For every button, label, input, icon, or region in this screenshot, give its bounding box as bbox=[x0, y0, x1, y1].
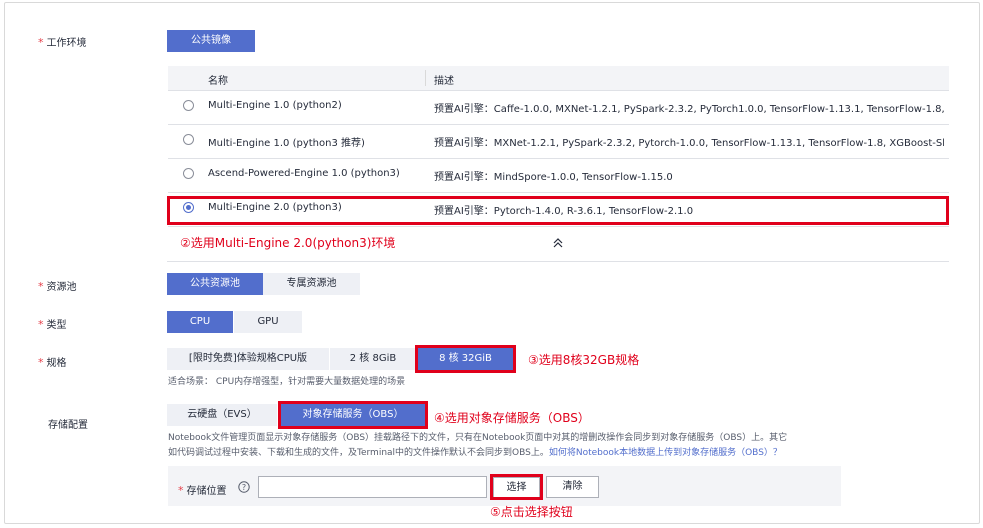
image-desc: 预置AI引擎：Caffe-1.0.0, MXNet-1.2.1, PySpark… bbox=[434, 104, 944, 115]
double-chevron-up-icon[interactable] bbox=[552, 236, 564, 250]
question-circle-icon[interactable]: ? bbox=[238, 481, 250, 493]
column-header-name: 名称 bbox=[208, 76, 228, 87]
image-name: Ascend-Powered-Engine 1.0 (python3) bbox=[208, 168, 400, 179]
column-header-desc: 描述 bbox=[434, 76, 454, 87]
annotation-obs: ④选用对象存储服务（OBS） bbox=[434, 411, 590, 425]
highlight-box-spec bbox=[415, 345, 516, 373]
image-name: Multi-Engine 1.0 (python3 推荐) bbox=[208, 138, 365, 149]
annotation-env: ②选用Multi-Engine 2.0(python3)环境 bbox=[180, 236, 396, 250]
table-row[interactable]: Ascend-Powered-Engine 1.0 (python3) 预置AI… bbox=[168, 158, 949, 193]
highlight-box-env bbox=[167, 196, 949, 225]
option-free-cpu[interactable]: [限时免费]体验规格CPU版 bbox=[167, 348, 329, 370]
storage-location-input[interactable] bbox=[258, 476, 487, 498]
resource-pool-label: * 资源池 bbox=[38, 280, 77, 293]
table-row[interactable]: Multi-Engine 1.0 (python3 推荐) 预置AI引擎：MXN… bbox=[168, 124, 949, 159]
annotation-select-button: ⑤点击选择按钮 bbox=[490, 505, 573, 519]
option-gpu[interactable]: GPU bbox=[234, 311, 302, 333]
radio-button[interactable] bbox=[183, 134, 194, 145]
option-2core-8gib[interactable]: 2 核 8GiB bbox=[330, 348, 416, 370]
table-header: 名称 描述 bbox=[168, 66, 949, 91]
type-label: * 类型 bbox=[38, 318, 67, 331]
clear-button[interactable]: 清除 bbox=[546, 476, 599, 498]
highlight-box-obs bbox=[278, 401, 428, 429]
highlight-box-select bbox=[490, 474, 543, 500]
work-env-label: * 工作环境 bbox=[38, 36, 87, 49]
table-row[interactable]: Multi-Engine 1.0 (python2) 预置AI引擎：Caffe-… bbox=[168, 90, 949, 125]
radio-button[interactable] bbox=[183, 100, 194, 111]
image-desc: 预置AI引擎：MindSpore-1.0.0, TensorFlow-1.15.… bbox=[434, 172, 673, 183]
storage-help-text: Notebook文件管理页面显示对象存储服务（OBS）挂载路径下的文件，只有在N… bbox=[168, 433, 788, 458]
svg-text:?: ? bbox=[242, 483, 246, 492]
spec-label: * 规格 bbox=[38, 356, 67, 369]
storage-label: 存储配置 bbox=[48, 420, 88, 431]
annotation-spec: ③选用8核32GB规格 bbox=[528, 353, 640, 367]
image-desc: 预置AI引擎：MXNet-1.2.1, PySpark-2.3.2, Pytor… bbox=[434, 138, 944, 149]
option-evs[interactable]: 云硬盘（EVS） bbox=[167, 404, 277, 426]
storage-location-label: * 存储位置 bbox=[178, 484, 227, 497]
obs-upload-help-link[interactable]: 如何将Notebook本地数据上传到对象存储服务（OBS）？ bbox=[549, 448, 782, 458]
option-cpu[interactable]: CPU bbox=[167, 311, 233, 333]
spec-scene-text: 适合场景： CPU内存增强型，针对需要大量数据处理的场景 bbox=[168, 377, 406, 387]
image-name: Multi-Engine 1.0 (python2) bbox=[208, 100, 342, 111]
option-public-pool[interactable]: 公共资源池 bbox=[167, 273, 263, 295]
tab-public-image[interactable]: 公共镜像 bbox=[167, 30, 255, 52]
option-dedicated-pool[interactable]: 专属资源池 bbox=[263, 273, 360, 295]
radio-button[interactable] bbox=[183, 168, 194, 179]
